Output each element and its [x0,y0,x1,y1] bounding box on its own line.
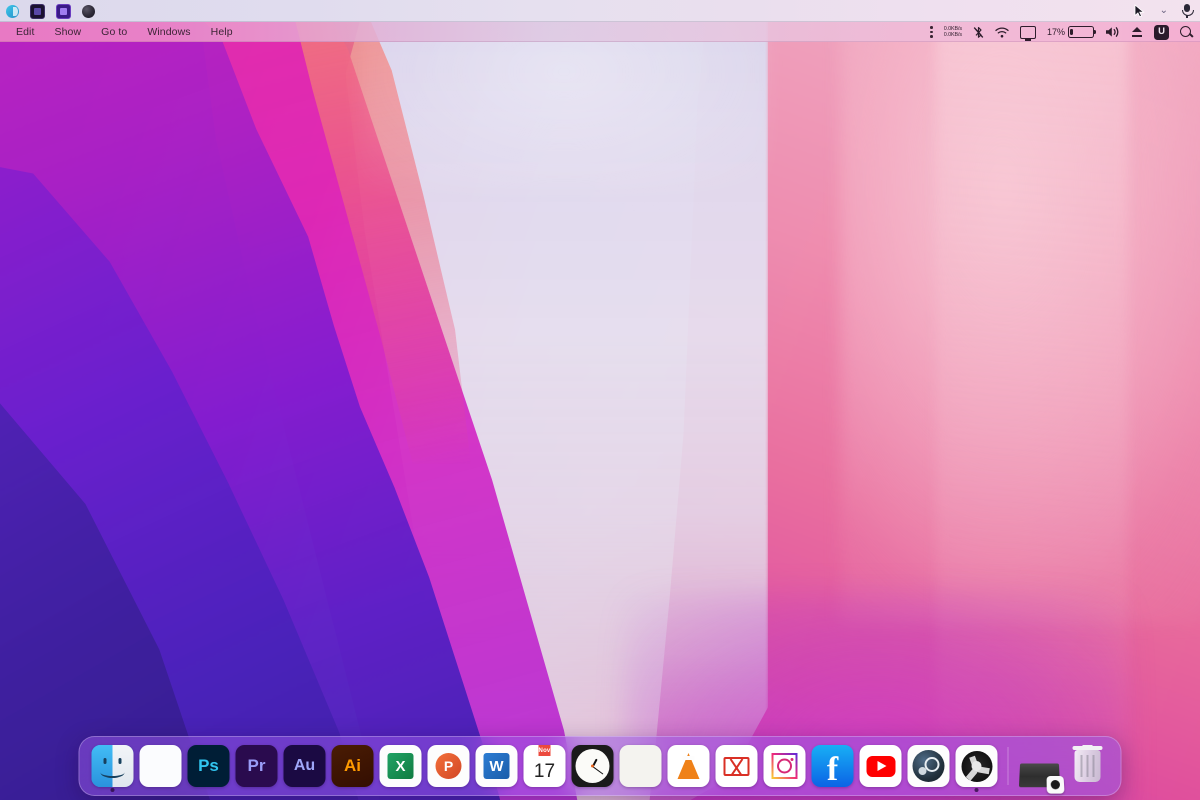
menu-item-help[interactable]: Help [201,24,243,40]
instagram-icon [764,745,806,787]
dock-item-facebook[interactable]: f [809,738,857,794]
top-strip-app-icons [0,4,95,19]
calendar-month-label: Nov [539,745,551,756]
dock-item-photoshop[interactable]: Ps [185,738,233,794]
running-indicator [975,788,979,792]
app-tile-2-mini-icon[interactable] [56,4,71,19]
dock-item-audition[interactable]: Au [281,738,329,794]
finder-icon [92,745,134,787]
menu-item-windows[interactable]: Windows [137,24,200,40]
wifi-icon[interactable] [995,27,1009,38]
dock-item-steam[interactable] [905,738,953,794]
facebook-glyph: f [827,753,838,787]
powerpoint-icon: P [428,745,470,787]
screen-mirroring-icon[interactable] [1020,26,1036,39]
calculator-icon [620,745,662,787]
illustrator-icon: Ai [332,745,374,787]
wallpaper [0,0,1200,800]
facebook-icon: f [812,745,854,787]
word-glyph: W [484,753,510,779]
user-badge[interactable]: U [1154,25,1169,40]
downloads-stack-icon [1019,745,1061,787]
bluetooth-off-icon[interactable] [973,26,984,39]
menu-item-goto[interactable]: Go to [91,24,137,40]
vlc-icon [668,745,710,787]
calendar-icon: Nov 17 [524,745,566,787]
dock-item-downloads-stack[interactable] [1016,738,1064,794]
cursor-arrow-icon [1134,4,1146,18]
excel-icon: X [380,745,422,787]
battery-percent-label: 17% [1047,27,1065,37]
dock-item-clock[interactable] [569,738,617,794]
excel-glyph: X [388,753,414,779]
powerpoint-glyph: P [436,753,462,779]
network-down-speed: 0.0KB/s [944,32,962,38]
dock-item-word[interactable]: W [473,738,521,794]
menu-item-show[interactable]: Show [45,24,92,40]
audition-icon: Au [284,745,326,787]
volume-icon[interactable] [1105,26,1120,38]
dock-item-instagram[interactable] [761,738,809,794]
menu-item-edit[interactable]: Edit [6,24,45,40]
dock-item-trash[interactable] [1064,738,1112,794]
search-icon[interactable] [1180,26,1193,39]
chevron-down-icon[interactable]: ⌄ [1160,6,1168,16]
word-icon: W [476,745,518,787]
dock-item-gmail[interactable] [713,738,761,794]
dock-item-premiere[interactable]: Pr [233,738,281,794]
dock-item-youtube[interactable] [857,738,905,794]
disc-player-icon [956,745,998,787]
gmail-icon [716,745,758,787]
dock-item-powerpoint[interactable]: P [425,738,473,794]
finder-mini-icon[interactable] [6,5,19,18]
eject-icon[interactable] [1131,26,1143,38]
launchpad-icon [140,745,182,787]
dock-separator [1008,747,1009,785]
network-speed-indicator[interactable]: 0.0KB/s 0.0KB/s [944,26,962,38]
sphere-mini-icon[interactable] [82,5,95,18]
battery-icon [1068,26,1094,39]
running-indicator [111,788,115,792]
top-strip-right-group: ⌄ [1134,4,1200,18]
menu-bar: Edit Show Go to Windows Help 0.0KB/s 0.0… [0,22,1200,42]
dock-item-vlc[interactable] [665,738,713,794]
battery-status[interactable]: 17% [1047,26,1094,39]
photoshop-icon: Ps [188,745,230,787]
dock-item-disc-player[interactable] [953,738,1001,794]
youtube-icon [860,745,902,787]
dock-item-finder[interactable] [89,738,137,794]
dock-item-launchpad[interactable] [137,738,185,794]
menu-bar-items: Edit Show Go to Windows Help [0,24,243,40]
desktop-screen: ⌄ Edit Show Go to Windows Help 0.0KB/s [0,0,1200,800]
dock-item-excel[interactable]: X [377,738,425,794]
dock-item-calendar[interactable]: Nov 17 [521,738,569,794]
trash-icon [1067,745,1109,787]
top-app-strip: ⌄ [0,0,1200,22]
dock-item-calculator[interactable] [617,738,665,794]
clock-icon [572,745,614,787]
calendar-day-label: 17 [534,756,555,787]
dock: Ps Pr Au Ai X P W Nov [79,736,1122,796]
microphone-icon[interactable] [1182,4,1192,18]
more-dots-icon[interactable] [930,26,933,38]
premiere-icon: Pr [236,745,278,787]
dock-item-illustrator[interactable]: Ai [329,738,377,794]
app-tile-mini-icon[interactable] [30,4,45,19]
menu-bar-status-items: 0.0KB/s 0.0KB/s 17% [930,25,1200,40]
steam-icon [908,745,950,787]
